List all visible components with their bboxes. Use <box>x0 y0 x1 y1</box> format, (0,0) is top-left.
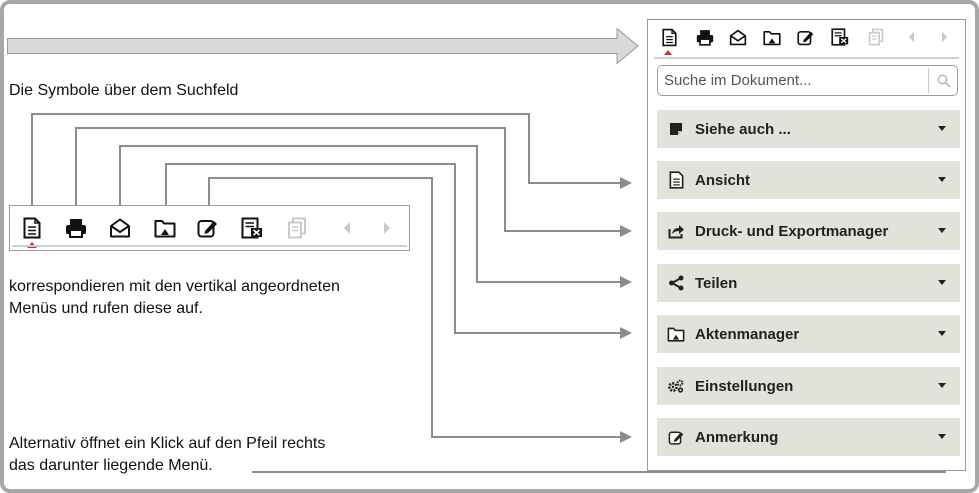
settings-doc-icon[interactable] <box>241 217 263 239</box>
menu-anmerkung[interactable]: Anmerkung <box>657 418 960 456</box>
share-icon <box>667 274 685 292</box>
toolbar-underline <box>12 245 407 247</box>
sidebar-panel: Siehe auch ... Ansicht Druck- und Export… <box>647 19 966 471</box>
menu-label: Teilen <box>695 274 738 292</box>
middle-caption-line1: korrespondieren mit den vertikal angeord… <box>9 278 340 295</box>
menu-label: Anmerkung <box>695 428 779 446</box>
bottom-caption-line1: Alternativ öffnet ein Klick auf den Pfei… <box>9 435 326 452</box>
menu-label: Ansicht <box>695 171 751 189</box>
chevron-down-icon[interactable] <box>938 383 946 388</box>
prev-arrow-icon[interactable] <box>904 27 918 47</box>
menu-ansicht[interactable]: Ansicht <box>657 161 960 199</box>
edit-note-icon[interactable] <box>197 217 219 239</box>
edit-note-icon[interactable] <box>796 27 816 47</box>
menu-siehe-auch[interactable]: Siehe auch ... <box>657 110 960 148</box>
folder-icon[interactable] <box>762 27 782 47</box>
edit-note-icon <box>667 428 685 446</box>
document-icon <box>667 171 685 189</box>
menu-einstellungen[interactable]: Einstellungen <box>657 367 960 405</box>
search-input[interactable] <box>658 66 923 95</box>
menu-teilen[interactable]: Teilen <box>657 264 960 302</box>
menu-label: Aktenmanager <box>695 325 800 343</box>
chevron-down-icon[interactable] <box>938 177 946 182</box>
document-icon[interactable] <box>21 217 43 239</box>
print-icon[interactable] <box>695 27 715 47</box>
search-divider <box>928 68 929 93</box>
copy-icon[interactable] <box>866 27 886 47</box>
toolbar-illustration <box>9 205 410 251</box>
settings-doc-icon[interactable] <box>830 27 850 47</box>
share-envelope-icon[interactable] <box>109 217 131 239</box>
chevron-down-icon[interactable] <box>938 280 946 285</box>
menu-druck-export[interactable]: Druck- und Exportmanager <box>657 212 960 250</box>
bookmark-icon <box>667 120 685 138</box>
bottom-caption-line2: das darunter liegende Menü. <box>9 457 213 474</box>
big-arrow-graphic <box>7 28 639 64</box>
active-marker <box>664 50 672 55</box>
search-box <box>657 65 958 96</box>
share-envelope-icon[interactable] <box>728 27 748 47</box>
middle-caption-line2: Menüs und rufen diese auf. <box>9 300 203 317</box>
menu-label: Einstellungen <box>695 377 794 395</box>
copy-icon[interactable] <box>286 217 308 239</box>
chevron-down-icon[interactable] <box>938 228 946 233</box>
toolbar-underline <box>654 57 959 59</box>
chevron-down-icon[interactable] <box>938 126 946 131</box>
menu-aktenmanager[interactable]: Aktenmanager <box>657 315 960 353</box>
prev-arrow-icon[interactable] <box>336 217 358 239</box>
export-icon <box>667 222 685 240</box>
search-icon <box>937 74 951 88</box>
folder-icon[interactable] <box>154 217 176 239</box>
top-caption: Die Symbole über dem Suchfeld <box>9 82 239 99</box>
document-icon[interactable] <box>660 27 678 47</box>
folder-icon <box>667 325 685 343</box>
print-icon[interactable] <box>65 217 87 239</box>
gears-icon <box>667 377 685 395</box>
next-arrow-icon[interactable] <box>937 27 951 47</box>
chevron-down-icon[interactable] <box>938 331 946 336</box>
menu-label: Siehe auch ... <box>695 120 791 138</box>
next-arrow-icon[interactable] <box>376 217 398 239</box>
menu-label: Druck- und Exportmanager <box>695 222 889 240</box>
search-button[interactable] <box>932 68 956 93</box>
chevron-down-icon[interactable] <box>938 434 946 439</box>
